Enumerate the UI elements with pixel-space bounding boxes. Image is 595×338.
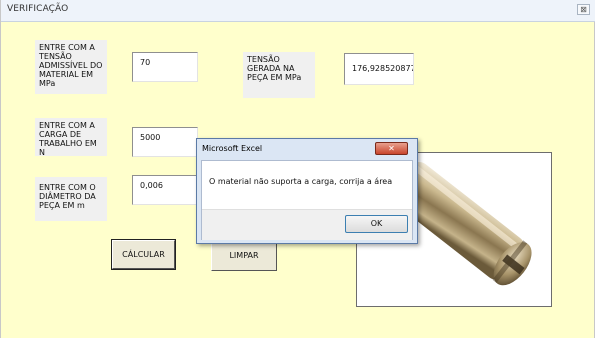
ok-button[interactable]: OK	[345, 215, 408, 233]
dialog-body: O material não suporta a carga, corrija …	[201, 160, 413, 240]
limpar-button[interactable]: LIMPAR	[211, 240, 277, 271]
dialog-message: O material não suporta a carga, corrija …	[209, 177, 393, 186]
message-dialog: Microsoft Excel ✕ O material não suporta…	[196, 138, 418, 244]
dialog-footer: OK	[202, 209, 412, 240]
tensao-admissivel-input[interactable]: 70	[132, 52, 198, 82]
tensao-gerada-output[interactable]: 176,928520877	[344, 53, 414, 85]
calcular-button[interactable]: CÁLCULAR	[111, 239, 176, 270]
userform-window: VERIFICAÇÃO ⊠ ENTRE COM A TENSÃO ADMISSÍ…	[0, 0, 595, 338]
tensao-admissivel-label: ENTRE COM A TENSÃO ADMISSÍVEL DO MATERIA…	[35, 40, 107, 94]
window-title: VERIFICAÇÃO	[7, 4, 69, 14]
carga-input[interactable]: 5000	[132, 127, 198, 157]
title-bar: VERIFICAÇÃO ⊠	[1, 0, 595, 22]
carga-label: ENTRE COM A CARGA DE TRABALHO EM N	[35, 118, 107, 157]
close-icon[interactable]: ⊠	[577, 4, 590, 15]
diametro-input[interactable]: 0,006	[132, 175, 198, 205]
dialog-close-icon[interactable]: ✕	[375, 142, 408, 155]
tensao-gerada-label: TENSÃO GERADA NA PEÇA EM MPa	[243, 52, 315, 98]
diametro-label: ENTRE COM O DIÂMETRO DA PEÇA EM m	[35, 177, 107, 221]
dialog-title: Microsoft Excel	[202, 144, 263, 153]
